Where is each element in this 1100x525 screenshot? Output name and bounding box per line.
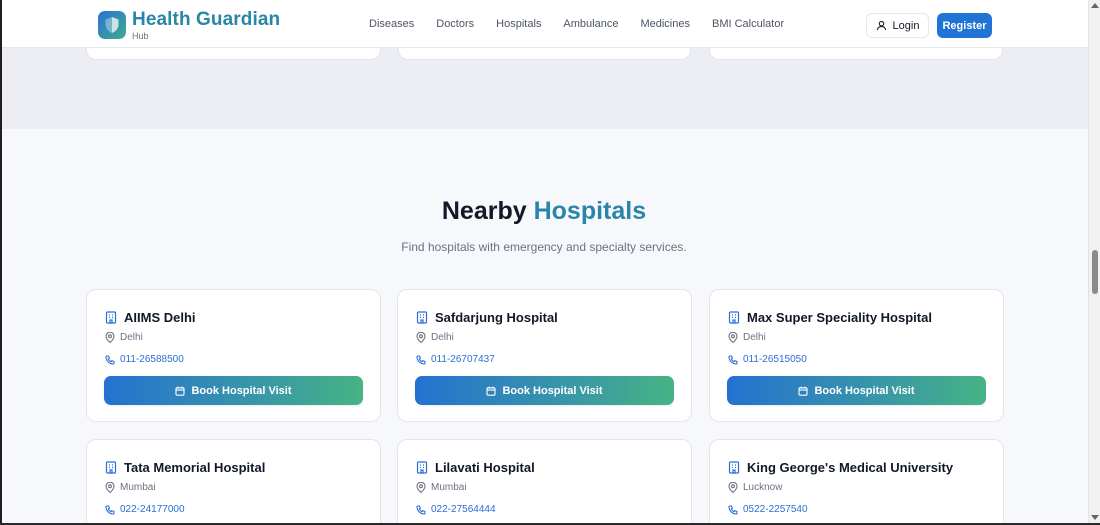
phone-icon xyxy=(105,504,115,515)
hospital-location: Delhi xyxy=(416,332,454,343)
map-pin-icon xyxy=(105,332,115,343)
hospital-phone-number: 022-27564444 xyxy=(431,504,496,515)
hospital-phone[interactable]: 011-26588500 xyxy=(105,354,184,365)
hospital-name: Lilavati Hospital xyxy=(416,460,535,475)
book-button-label: Book Hospital Visit xyxy=(814,384,915,397)
book-hospital-visit-button[interactable]: Book Hospital Visit xyxy=(727,376,986,405)
calendar-icon xyxy=(486,386,497,396)
nav-hospitals[interactable]: Hospitals xyxy=(496,18,541,30)
window-left-edge xyxy=(0,0,2,525)
hospital-location: Lucknow xyxy=(728,482,782,493)
previous-card xyxy=(709,48,1003,60)
calendar-icon xyxy=(175,386,186,396)
register-button[interactable]: Register xyxy=(937,13,992,38)
map-pin-icon xyxy=(416,332,426,343)
nav-doctors[interactable]: Doctors xyxy=(436,18,474,30)
hospital-phone[interactable]: 011-26707437 xyxy=(416,354,495,365)
phone-icon xyxy=(728,504,738,515)
section-title: Nearby Hospitals xyxy=(0,197,1088,226)
building-icon xyxy=(105,311,117,324)
calendar-icon xyxy=(798,386,809,396)
phone-icon xyxy=(105,354,115,365)
book-hospital-visit-button[interactable]: Book Hospital Visit xyxy=(415,376,674,405)
hospital-phone[interactable]: 0522-2257540 xyxy=(728,504,808,515)
nav-diseases[interactable]: Diseases xyxy=(369,18,414,30)
site-header: Health Guardian Hub Diseases Doctors Hos… xyxy=(2,0,1088,48)
hospital-card: AIIMS Delhi Delhi 011-26588500 Book Hosp… xyxy=(86,289,381,422)
hospital-phone[interactable]: 022-27564444 xyxy=(416,504,496,515)
hospital-city: Lucknow xyxy=(743,482,783,493)
hospital-location: Mumbai xyxy=(105,482,156,493)
section-subtitle: Find hospitals with emergency and specia… xyxy=(401,240,687,254)
brand-subtitle: Hub xyxy=(132,31,149,41)
hospital-card: Tata Memorial Hospital Mumbai 022-241770… xyxy=(86,439,381,525)
map-pin-icon xyxy=(728,482,738,493)
login-label: Login xyxy=(892,19,920,32)
hospital-location: Delhi xyxy=(105,332,143,343)
hospital-phone-number: 011-26515050 xyxy=(743,354,807,365)
hospital-location: Delhi xyxy=(728,332,766,343)
hospital-card: King George's Medical University Lucknow… xyxy=(709,439,1004,525)
book-button-label: Book Hospital Visit xyxy=(191,384,292,397)
hospital-name: Max Super Speciality Hospital xyxy=(728,310,932,325)
map-pin-icon xyxy=(416,482,426,493)
hospital-name: Safdarjung Hospital xyxy=(416,310,558,325)
page-scrollbar[interactable] xyxy=(1088,0,1100,525)
hospital-phone-number: 011-26588500 xyxy=(120,354,184,365)
hospital-card: Lilavati Hospital Mumbai 022-27564444 xyxy=(397,439,692,525)
scroll-up-arrow-icon[interactable] xyxy=(1091,3,1099,8)
section-title-accent: Hospitals xyxy=(533,197,647,225)
phone-icon xyxy=(416,504,426,515)
hospital-location: Mumbai xyxy=(416,482,467,493)
hospital-name: AIIMS Delhi xyxy=(105,310,196,325)
building-icon xyxy=(416,311,428,324)
hospital-phone[interactable]: 022-24177000 xyxy=(105,504,185,515)
hospital-phone-number: 0522-2257540 xyxy=(743,504,808,515)
hospital-name-text: King George's Medical University xyxy=(747,460,954,475)
hospital-name: Tata Memorial Hospital xyxy=(105,460,265,475)
section-title-main: Nearby xyxy=(441,197,527,225)
phone-icon xyxy=(728,354,738,365)
hospital-name: King George's Medical University xyxy=(728,460,953,475)
hospital-phone[interactable]: 011-26515050 xyxy=(728,354,807,365)
scrollbar-thumb[interactable] xyxy=(1092,250,1098,294)
hospital-city: Delhi xyxy=(120,332,143,343)
shield-icon[interactable] xyxy=(98,11,126,39)
hospital-phone-number: 011-26707437 xyxy=(431,354,495,365)
hospital-name-text: Lilavati Hospital xyxy=(435,460,535,475)
nav-ambulance[interactable]: Ambulance xyxy=(563,18,618,30)
hospital-city: Mumbai xyxy=(431,482,467,493)
hospital-phone-number: 022-24177000 xyxy=(120,504,185,515)
hospital-card: Safdarjung Hospital Delhi 011-26707437 B… xyxy=(397,289,692,422)
hospital-name-text: AIIMS Delhi xyxy=(124,310,196,325)
hospital-city: Mumbai xyxy=(120,482,156,493)
hospital-card: Max Super Speciality Hospital Delhi 011-… xyxy=(709,289,1004,422)
user-icon xyxy=(876,20,886,31)
brand-title[interactable]: Health Guardian xyxy=(132,9,280,31)
building-icon xyxy=(728,311,740,324)
previous-card xyxy=(398,48,691,60)
map-pin-icon xyxy=(728,332,738,343)
nav-bmi-calculator[interactable]: BMI Calculator xyxy=(712,18,784,30)
book-button-label: Book Hospital Visit xyxy=(502,384,603,397)
building-icon xyxy=(105,461,117,474)
building-icon xyxy=(416,461,428,474)
hospital-city: Delhi xyxy=(743,332,766,343)
hospital-name-text: Max Super Speciality Hospital xyxy=(747,310,932,325)
scroll-down-arrow-icon[interactable] xyxy=(1091,515,1099,520)
hospital-name-text: Tata Memorial Hospital xyxy=(124,460,266,475)
main-nav: Diseases Doctors Hospitals Ambulance Med… xyxy=(369,18,806,30)
hospital-city: Delhi xyxy=(431,332,454,343)
map-pin-icon xyxy=(105,482,115,493)
login-button[interactable]: Login xyxy=(866,13,929,38)
nav-medicines[interactable]: Medicines xyxy=(640,18,690,30)
previous-section xyxy=(2,48,1088,129)
building-icon xyxy=(728,461,740,474)
previous-card xyxy=(86,48,381,60)
book-hospital-visit-button[interactable]: Book Hospital Visit xyxy=(104,376,363,405)
phone-icon xyxy=(416,354,426,365)
hospital-name-text: Safdarjung Hospital xyxy=(435,310,558,325)
